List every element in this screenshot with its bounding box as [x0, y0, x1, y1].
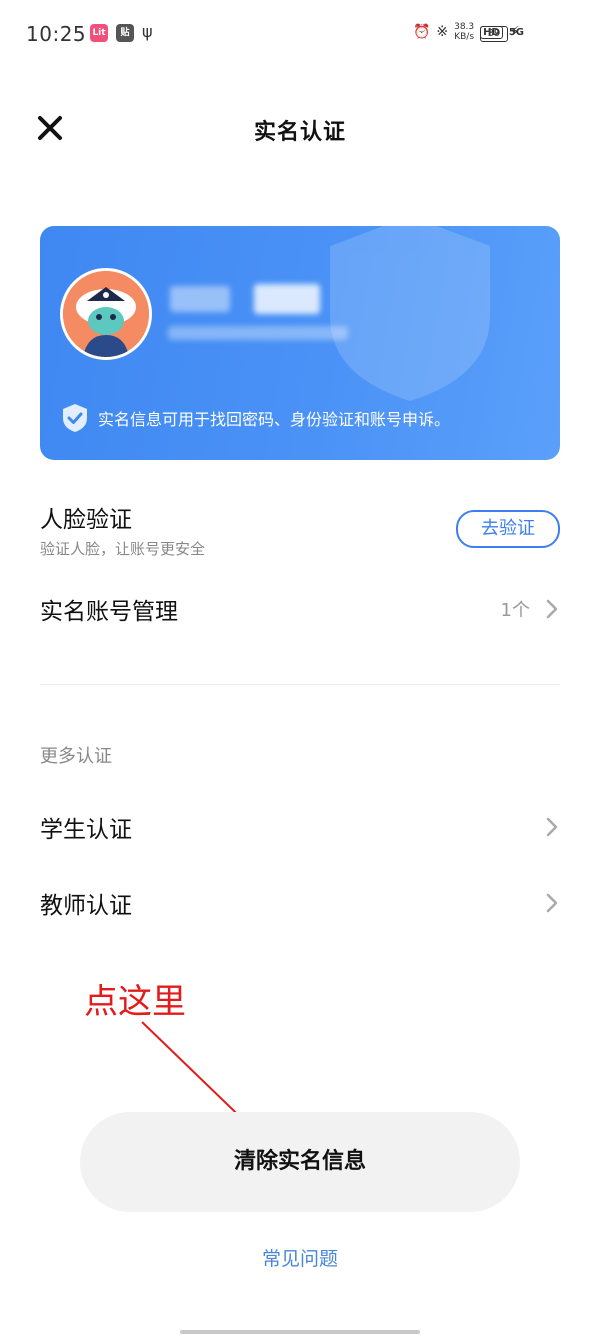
- masked-id-number: [168, 326, 348, 340]
- avatar-pirate-icon: [63, 271, 149, 357]
- network-speed-unit: KB/s: [454, 32, 475, 42]
- chevron-right-icon: [546, 893, 558, 913]
- face-verification-row: 人脸验证 验证人脸，让账号更安全 去验证: [40, 500, 560, 564]
- account-count: 1个: [500, 600, 530, 621]
- masked-name-part: [254, 284, 320, 314]
- clear-real-name-button[interactable]: 清除实名信息: [80, 1112, 520, 1212]
- more-certifications-label: 更多认证: [40, 746, 112, 767]
- tieba-notification-icon: 贴: [116, 24, 134, 42]
- annotation-text: 点这里: [84, 982, 186, 1022]
- teacher-certification-row[interactable]: 教师认证: [40, 886, 560, 926]
- shield-check-icon: [63, 404, 87, 432]
- page-title: 实名认证: [253, 120, 346, 145]
- account-management-row[interactable]: 实名账号管理 1个: [40, 592, 560, 632]
- bluetooth-icon: ※: [436, 24, 449, 40]
- status-bar: 10:25 Lit 贴 ψ ⏰ ※ 38.3 KB/s HD 5G 39 ⚡: [0, 0, 600, 68]
- page: 10:25 Lit 贴 ψ ⏰ ※ 38.3 KB/s HD 5G 39 ⚡ 实…: [0, 0, 600, 1337]
- masked-name: [170, 286, 230, 312]
- card-note-text: 实名信息可用于找回密码、身份验证和账号申诉。: [98, 410, 451, 429]
- card-note: 实名信息可用于找回密码、身份验证和账号申诉。: [60, 402, 450, 434]
- chevron-right-icon: [546, 599, 558, 619]
- app-notification-icon: Lit: [90, 24, 108, 42]
- identity-card: 实名信息可用于找回密码、身份验证和账号申诉。: [40, 226, 560, 460]
- battery-icon: 39: [480, 26, 508, 42]
- student-certification-label: 学生认证: [40, 817, 132, 843]
- network-speed-value: 38.3: [454, 22, 475, 32]
- student-certification-row[interactable]: 学生认证: [40, 810, 560, 850]
- home-indicator[interactable]: [180, 1330, 420, 1334]
- usb-icon: ψ: [142, 22, 153, 41]
- divider: [40, 684, 560, 685]
- avatar: [60, 268, 152, 360]
- go-verify-button[interactable]: 去验证: [456, 510, 560, 548]
- teacher-certification-label: 教师认证: [40, 893, 132, 919]
- status-time: 10:25: [26, 22, 87, 46]
- faq-link[interactable]: 常见问题: [0, 1244, 600, 1271]
- account-management-title: 实名账号管理: [40, 599, 178, 625]
- chevron-right-icon: [546, 817, 558, 837]
- network-speed: 38.3 KB/s: [454, 22, 474, 42]
- alarm-icon: ⏰: [412, 24, 431, 40]
- shield-watermark-icon: [330, 226, 490, 401]
- charging-icon: ⚡: [510, 24, 520, 40]
